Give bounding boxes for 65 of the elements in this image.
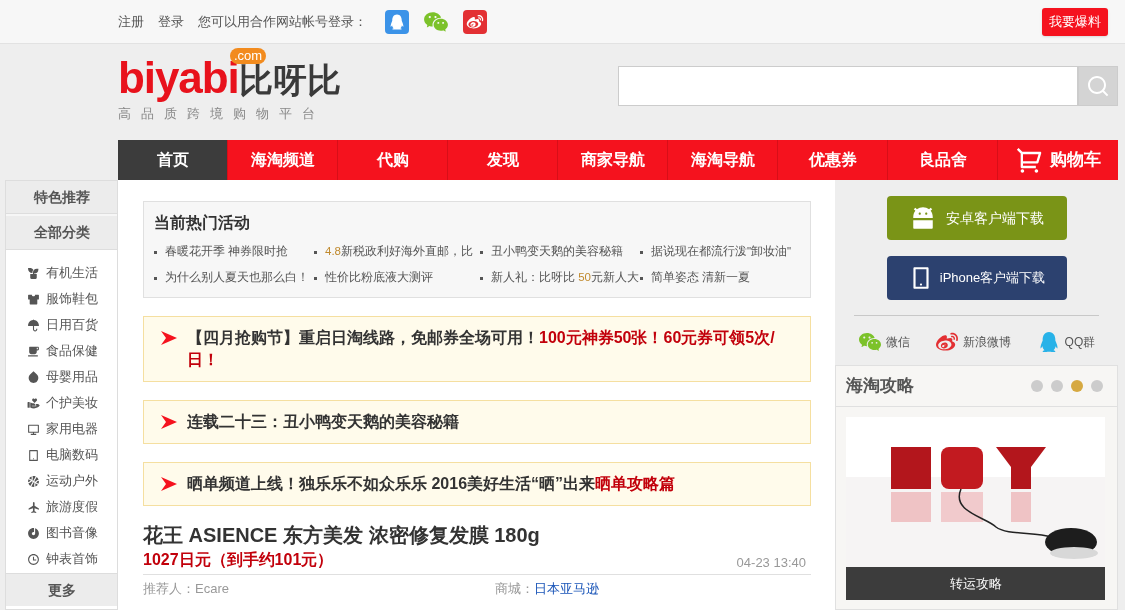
activity-link[interactable]: 春暖花开季 神券限时抢 <box>165 243 289 261</box>
category-link[interactable]: 母婴用品 <box>46 367 98 387</box>
activity-link[interactable]: 性价比粉底液大测评 <box>325 269 433 287</box>
category-link[interactable]: 日用百货 <box>46 315 98 335</box>
category-link[interactable]: 服饰鞋包 <box>46 289 98 309</box>
category-link[interactable]: 钟表首饰 <box>46 549 98 569</box>
product-price: 1027日元（到手约101元） <box>143 550 334 570</box>
more-tab[interactable]: 更多 <box>6 573 117 606</box>
tablet-icon <box>27 448 40 462</box>
category-link[interactable]: 有机生活 <box>46 263 98 283</box>
top-link[interactable]: 注册 <box>118 11 144 32</box>
activity-link[interactable]: 丑小鸭变天鹅的美容秘籍 <box>491 243 623 261</box>
featured-tab[interactable]: 特色推荐 <box>6 181 117 214</box>
top-link[interactable]: 登录 <box>158 11 184 32</box>
hand-heart-icon <box>27 396 40 410</box>
arrow-icon <box>161 415 177 429</box>
category-link[interactable]: 旅游度假 <box>46 497 98 517</box>
social-link[interactable]: QQ群 <box>1064 333 1096 351</box>
hot-activities-title: 当前热门活动 <box>154 213 251 233</box>
category-link[interactable]: 食品保健 <box>46 341 98 361</box>
category-link[interactable]: 电脑数码 <box>46 445 98 465</box>
logo-tagline: 高品质跨境购物平台 <box>118 105 326 123</box>
social-link[interactable]: 新浪微博 <box>963 333 1012 351</box>
search-icon <box>1086 74 1110 98</box>
recommender-label: 推荐人： <box>143 581 195 597</box>
all-categories-tab[interactable]: 全部分类 <box>6 216 117 250</box>
monitor-icon <box>27 422 40 436</box>
cart-link[interactable]: 购物车 <box>998 140 1118 180</box>
guide-title: 海淘攻略 <box>846 375 914 398</box>
cart-icon <box>1015 146 1044 174</box>
umbrella-icon <box>27 318 40 332</box>
product-title[interactable]: 花王 ASIENCE 东方美发 浓密修复发膜 180g <box>143 522 811 548</box>
activity-link[interactable]: 据说现在都流行泼"卸妆油" <box>651 243 792 261</box>
clock-icon <box>27 552 40 566</box>
store-label: 商城： <box>495 581 534 597</box>
search-button[interactable] <box>1078 66 1118 106</box>
activity-link[interactable]: 4.8新税政利好海外直邮，比 <box>325 243 473 261</box>
nav-tab[interactable]: 首页 <box>118 140 228 180</box>
drop-icon <box>27 370 40 384</box>
chat-bubbles-icon <box>857 330 882 354</box>
report-button[interactable]: 我要爆料 <box>1042 7 1108 36</box>
iphone-download-button[interactable]: iPhone客户端下载 <box>886 256 1067 300</box>
arrow-icon <box>161 331 177 345</box>
sprout-icon <box>27 266 40 280</box>
store-link[interactable]: 日本亚马逊 <box>534 581 599 597</box>
swirl-eye-icon <box>935 330 960 354</box>
activity-link[interactable]: 为什么别人夏天也那么白！ <box>165 269 309 287</box>
cup-icon <box>27 344 40 358</box>
guide-caption[interactable]: 转运攻略 <box>846 567 1105 600</box>
recommender-name: Ecare <box>195 581 230 597</box>
login-prompt: 您可以用合作网站帐号登录： <box>198 12 367 31</box>
category-link[interactable]: 运动户外 <box>46 471 98 491</box>
activity-link[interactable]: 新人礼：比呀比 50元新人大 <box>491 269 639 287</box>
shirt-icon <box>27 292 40 306</box>
penguin-icon[interactable] <box>385 9 409 34</box>
search-field[interactable] <box>618 66 1078 106</box>
swirl-eye-icon[interactable] <box>463 9 487 34</box>
category-link[interactable]: 个护美妆 <box>46 393 98 413</box>
social-link[interactable]: 微信 <box>885 333 910 351</box>
category-link[interactable]: 家用电器 <box>46 419 98 439</box>
activity-link[interactable]: 简单姿态 清新一夏 <box>651 269 751 287</box>
product-time: 04-23 13:40 <box>736 553 806 572</box>
arrow-icon <box>161 477 177 491</box>
plane-icon <box>27 500 40 514</box>
category-link[interactable]: 图书音像 <box>46 523 98 543</box>
